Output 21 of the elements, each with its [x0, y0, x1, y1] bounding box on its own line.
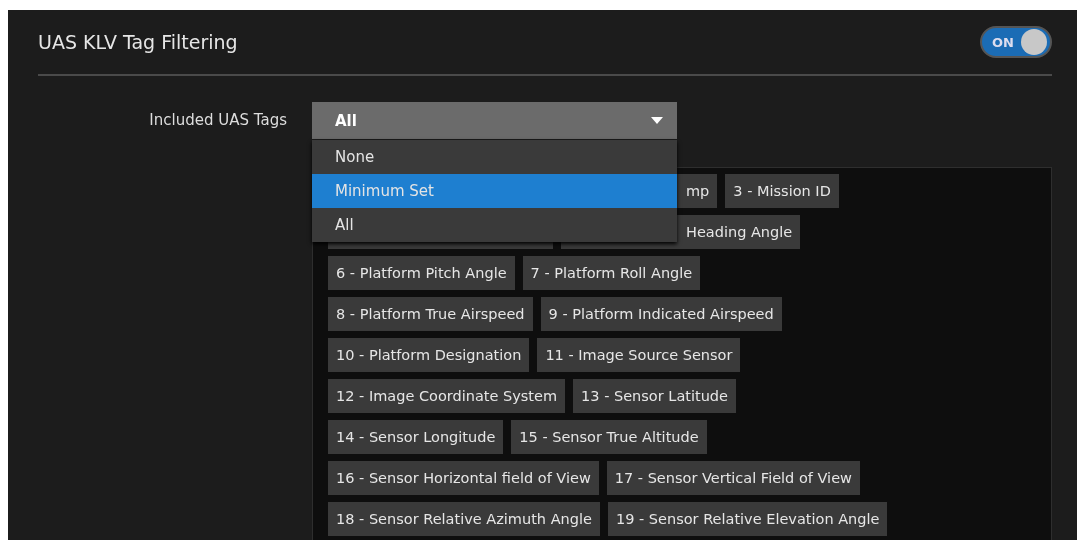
- tag-chip[interactable]: 12 - Image Coordinate System: [328, 379, 566, 413]
- tag-chip[interactable]: 10 - Platform Designation: [328, 338, 530, 372]
- tag-chip[interactable]: 16 - Sensor Horizontal field of View: [328, 461, 599, 495]
- caret-icon: [651, 117, 663, 124]
- tag-chip[interactable]: 3 - Mission ID: [725, 174, 839, 208]
- tag-chip[interactable]: 8 - Platform True Airspeed: [328, 297, 533, 331]
- section-title: UAS KLV Tag Filtering: [38, 31, 238, 53]
- tag-chip[interactable]: 7 - Platform Roll Angle: [522, 256, 701, 290]
- tag-chip[interactable]: 14 - Sensor Longitude: [328, 420, 504, 454]
- tag-chip[interactable]: 6 - Platform Pitch Angle: [328, 256, 515, 290]
- dropdown-option[interactable]: None: [312, 140, 677, 174]
- field-label: Included UAS Tags: [148, 110, 287, 131]
- on-off-toggle[interactable]: ON: [980, 26, 1052, 58]
- tag-chip[interactable]: 15 - Sensor True Altitude: [511, 420, 707, 454]
- tag-chip[interactable]: 11 - Image Source Sensor: [537, 338, 741, 372]
- tag-chip[interactable]: 18 - Sensor Relative Azimuth Angle: [328, 502, 600, 536]
- tag-chip[interactable]: 19 - Sensor Relative Elevation Angle: [607, 502, 888, 536]
- tag-chip[interactable]: 17 - Sensor Vertical Field of View: [606, 461, 860, 495]
- tag-chip[interactable]: 13 - Sensor Latitude: [573, 379, 736, 413]
- tag-chip[interactable]: 9 - Platform Indicated Airspeed: [540, 297, 782, 331]
- tags-dropdown[interactable]: All: [312, 102, 677, 139]
